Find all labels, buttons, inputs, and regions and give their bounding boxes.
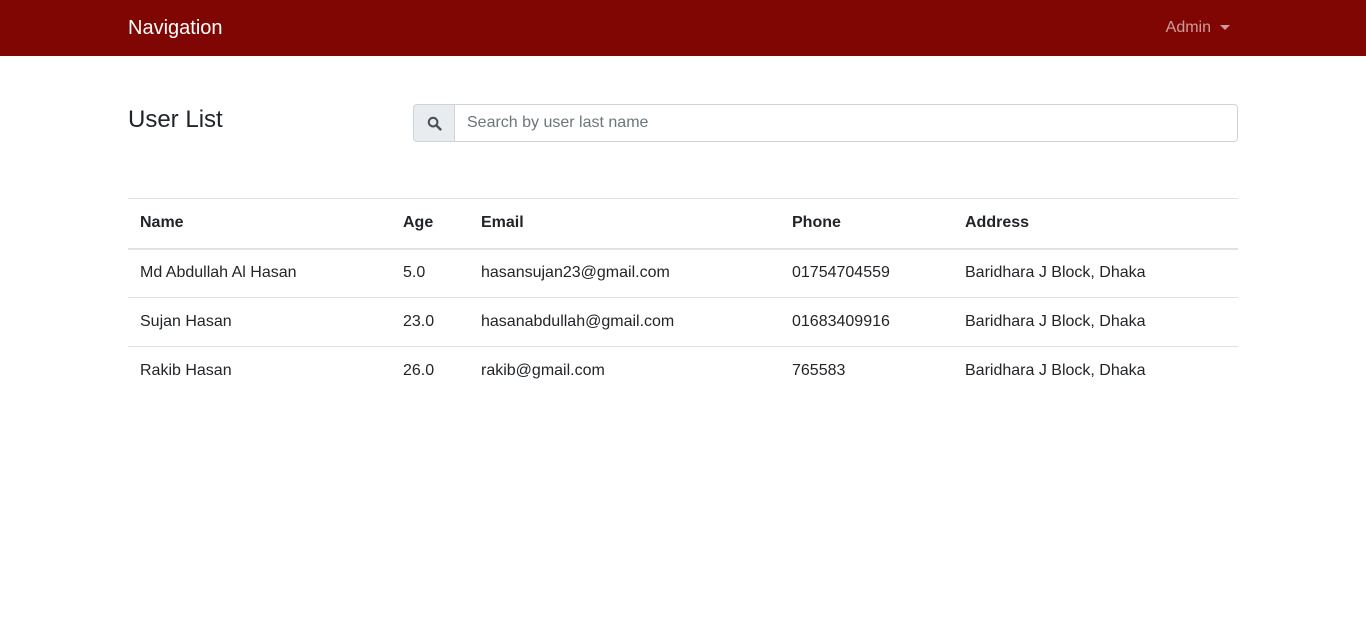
cell-phone: 01754704559 bbox=[792, 264, 890, 282]
admin-dropdown-label: Admin bbox=[1165, 19, 1211, 36]
cell-name: Md Abdullah Al Hasan bbox=[140, 264, 297, 282]
cell-age: 5.0 bbox=[403, 264, 426, 282]
search-icon bbox=[413, 104, 454, 142]
user-table: Name Age Email Phone Address Md Abdullah… bbox=[128, 198, 1238, 396]
cell-phone: 01683409916 bbox=[780, 297, 953, 347]
search-input[interactable] bbox=[454, 104, 1238, 142]
cell-age: 26.0 bbox=[391, 346, 469, 396]
cell-age: 23.0 bbox=[391, 297, 469, 347]
column-header-phone: Phone bbox=[780, 198, 953, 250]
cell-email: hasanabdullah@gmail.com bbox=[469, 297, 780, 347]
table-row: Md Abdullah Al Hasan 5.0 hasansujan23@gm… bbox=[128, 249, 1238, 298]
cell-name: Sujan Hasan bbox=[128, 297, 391, 347]
column-header-email: Email bbox=[469, 198, 780, 250]
search-group bbox=[413, 104, 1238, 142]
caret-down-icon bbox=[1220, 24, 1230, 30]
column-header-age: Age bbox=[391, 198, 469, 250]
admin-dropdown-toggle[interactable]: Admin bbox=[1166, 18, 1230, 38]
cell-address: Baridhara J Block, Dhaka bbox=[965, 264, 1146, 282]
page-title: User List bbox=[128, 106, 223, 133]
column-header-name: Name bbox=[128, 198, 391, 250]
cell-address: Baridhara J Block, Dhaka bbox=[953, 297, 1238, 347]
cell-address: Baridhara J Block, Dhaka bbox=[953, 346, 1238, 396]
cell-name: Rakib Hasan bbox=[128, 346, 391, 396]
table-row: Sujan Hasan 23.0 hasanabdullah@gmail.com… bbox=[128, 297, 1238, 347]
cell-email: hasansujan23@gmail.com bbox=[481, 264, 670, 282]
table-row: Rakib Hasan 26.0 rakib@gmail.com 765583 … bbox=[128, 346, 1238, 396]
column-header-address: Address bbox=[953, 198, 1238, 250]
table-header-row: Name Age Email Phone Address bbox=[128, 198, 1238, 250]
navbar: Navigation Admin bbox=[0, 0, 1366, 56]
cell-email: rakib@gmail.com bbox=[469, 346, 780, 396]
navbar-brand[interactable]: Navigation bbox=[128, 16, 223, 40]
cell-phone: 765583 bbox=[780, 346, 953, 396]
